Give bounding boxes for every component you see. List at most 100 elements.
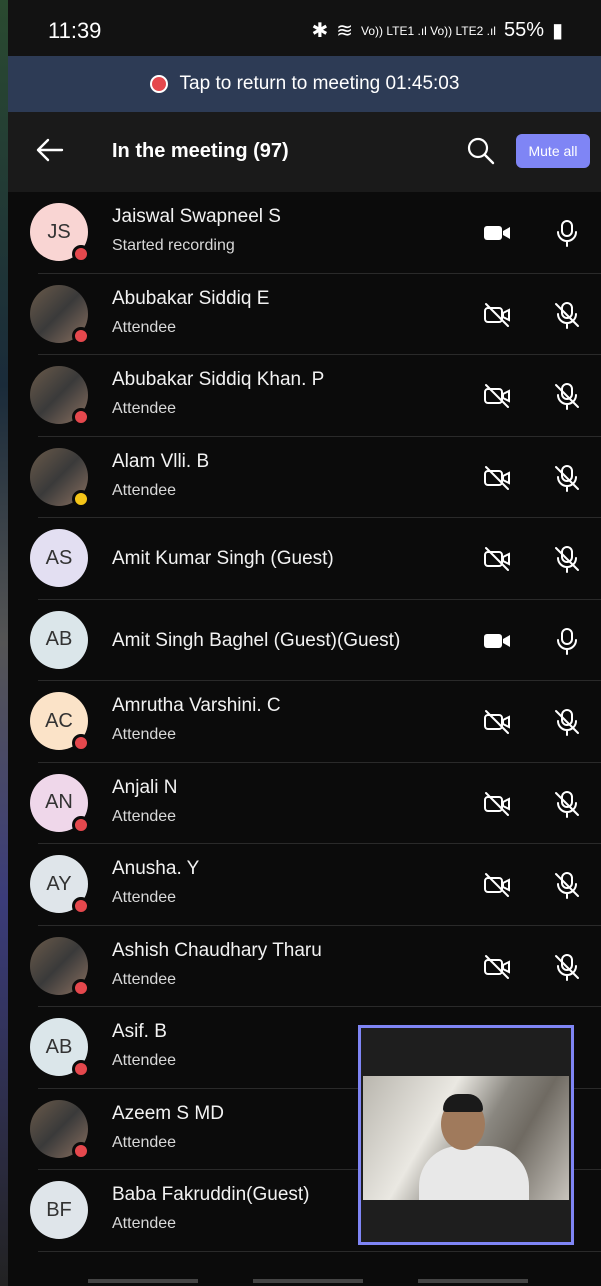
participant-row[interactable]: Alam Vlli. B Attendee [8,437,601,519]
meeting-video-pip[interactable] [358,1025,574,1245]
avatar: AS [30,529,88,587]
participant-role: Attendee [112,1215,177,1232]
microphone-off-icon[interactable] [552,952,582,982]
participant-row[interactable]: Abubakar Siddiq E Attendee [8,274,601,356]
microphone-off-icon[interactable] [552,870,582,900]
microphone-icon[interactable] [552,626,582,656]
participant-name: Alam Vlli. B [112,450,210,472]
participant-row[interactable]: JS Jaiswal Swapneel S Started recording [8,192,601,274]
presence-busy-icon [72,978,90,997]
presence-busy-icon [72,734,90,752]
camera-off-icon [482,707,512,737]
participant-role: Attendee [112,889,177,906]
return-to-meeting-banner[interactable]: Tap to return to meeting 01:45:03 [8,56,601,112]
battery-text: 55% [503,19,544,41]
nav-recents[interactable] [418,1279,528,1283]
avatar-initials: AC [45,709,73,732]
presence-busy-icon [72,1141,90,1160]
presence-busy-icon [72,245,90,263]
presence-busy-icon [72,897,90,915]
participant-name: Amit Kumar Singh (Guest) [112,548,334,569]
avatar-initials: AY [46,872,72,895]
camera-off-icon [482,300,512,330]
participant-name: Abubakar Siddiq E [112,287,270,309]
camera-off-icon [482,544,512,574]
participant-row[interactable]: AN Anjali N Attendee [8,763,601,845]
microphone-icon[interactable] [552,218,582,248]
mute-all-button[interactable]: Mute all [516,134,590,168]
participant-name: Anjali N [112,776,178,798]
participant-name: Amit Singh Baghel (Guest)(Guest) [112,629,401,651]
participant-role: Started recording [112,237,235,254]
status-bar: 11:39 ✱ ≋ Vo)) LTE1 .ıl Vo)) LTE2 .ıl 55… [8,0,601,56]
avatar-initials: BF [46,1198,72,1221]
camera-off-icon [482,463,512,493]
search-icon[interactable] [466,136,496,166]
camera-icon [482,626,512,656]
microphone-off-icon[interactable] [552,544,582,574]
video-person-hair [443,1094,483,1112]
camera-icon [482,218,512,248]
avatar: AC [30,692,90,752]
camera-off-icon [482,870,512,900]
video-person-body [419,1146,529,1200]
avatar-initials: JS [47,220,71,243]
participant-role: Attendee [112,318,177,336]
background-app-edge [0,0,8,1286]
nav-home[interactable] [253,1279,363,1283]
avatar: AN [30,773,90,834]
microphone-off-icon[interactable] [552,707,582,737]
participant-name: Baba Fakruddin(Guest) [112,1184,310,1205]
participant-row[interactable]: AC Amrutha Varshini. C Attendee [8,681,601,763]
wifi-icon: ≋ [336,20,354,42]
participant-row[interactable]: AY Anusha. Y Attendee [8,844,601,926]
presence-busy-icon [72,408,90,426]
microphone-off-icon[interactable] [552,300,582,330]
participant-name: Anusha. Y [112,858,200,879]
avatar [30,936,90,997]
avatar-initials: AB [45,1035,73,1058]
avatar: BF [30,1181,88,1239]
video-feed [363,1076,569,1200]
nav-back[interactable] [88,1279,198,1283]
back-arrow-icon[interactable] [34,134,66,166]
participant-name: Abubakar Siddiq Khan. P [112,369,325,390]
participant-row[interactable]: AB Amit Singh Baghel (Guest)(Guest) [8,600,601,682]
avatar [30,284,90,345]
signal-text: Vo)) LTE1 .ıl Vo)) LTE2 .ıl [361,23,496,38]
avatar: AB [30,1018,90,1078]
battery-icon: ▮ [551,20,563,42]
presence-away-icon [72,489,90,508]
participant-row[interactable]: AS Amit Kumar Singh (Guest) [8,518,601,600]
participant-row[interactable]: Ashish Chaudhary Tharu Attendee [8,926,601,1008]
recording-dot-icon [149,75,168,93]
avatar [30,1099,90,1160]
microphone-off-icon[interactable] [552,381,582,411]
participant-role: Attendee [112,1133,177,1151]
participant-row[interactable]: Abubakar Siddiq Khan. P Attendee [8,355,601,437]
camera-off-icon [482,952,512,982]
status-time: 11:39 [48,18,102,43]
participant-role: Attendee [112,726,177,743]
participant-name: Jaiswal Swapneel S [112,206,281,227]
header: In the meeting (97) Mute all [8,112,601,192]
microphone-off-icon[interactable] [552,789,582,819]
camera-off-icon [482,789,512,819]
avatar [30,366,90,426]
participant-name: Ashish Chaudhary Tharu [112,939,322,961]
participant-name: Amrutha Varshini. C [112,695,281,716]
avatar: AB [30,610,88,669]
avatar: AY [30,855,90,915]
microphone-off-icon[interactable] [552,463,582,493]
presence-busy-icon [72,815,90,834]
camera-off-icon [482,381,512,411]
page-title: In the meeting (97) [112,140,289,162]
participant-role: Attendee [112,481,177,499]
nav-bar [8,1276,601,1286]
avatar: JS [30,203,90,263]
return-to-meeting-text: Tap to return to meeting 01:45:03 [179,73,460,94]
participant-name: Asif. B [112,1021,167,1042]
avatar-initials: AS [45,546,73,569]
participant-role: Attendee [112,1052,177,1069]
participant-name: Azeem S MD [112,1102,224,1124]
